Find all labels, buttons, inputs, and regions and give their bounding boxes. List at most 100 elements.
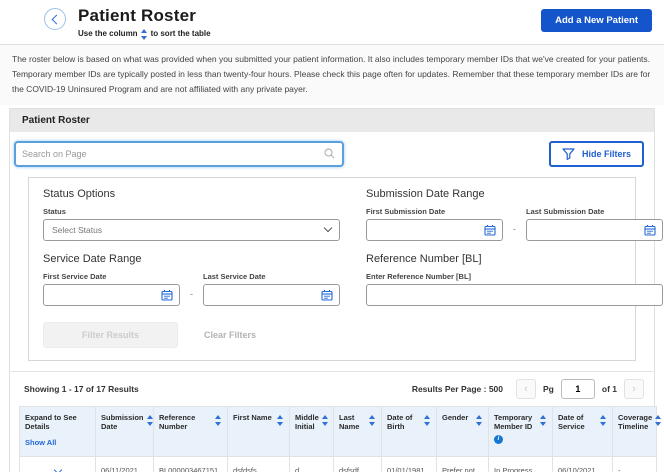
reference-number-input[interactable] (366, 284, 663, 306)
cell-temporary-member-id: In Progress (489, 457, 553, 472)
calendar-icon[interactable] (321, 289, 333, 301)
search-row: Hide Filters (10, 132, 654, 175)
next-page-button[interactable]: › (624, 379, 644, 399)
last-service-date-label: Last Service Date (203, 272, 340, 281)
intro-text: The roster below is based on what was pr… (0, 44, 664, 105)
submission-date-title: Submission Date Range (366, 188, 663, 200)
chevron-down-icon (53, 466, 61, 472)
prev-page-button[interactable]: ‹ (516, 379, 536, 399)
last-submission-date-field (526, 219, 663, 241)
back-button[interactable] (44, 8, 66, 30)
hide-filters-label: Hide Filters (582, 149, 631, 159)
sort-icon[interactable] (540, 415, 547, 426)
col-header-date-of-service[interactable]: Date of Service (553, 406, 613, 457)
sort-icon[interactable] (655, 415, 662, 426)
search-box (14, 141, 344, 167)
col-header-first-name[interactable]: First Name (228, 406, 290, 457)
status-select[interactable]: Select Status (43, 219, 340, 241)
col-header-last-name[interactable]: Last Name (334, 406, 382, 457)
expand-row-button[interactable] (20, 457, 96, 472)
first-service-date-field (43, 284, 180, 306)
last-submission-date-input[interactable] (533, 225, 644, 235)
patient-roster-table: Expand to See Details Show All Submissio… (19, 406, 657, 472)
status-options-title: Status Options (43, 188, 340, 200)
filter-panel: Status Options Status Select Status Subm… (28, 177, 636, 361)
page-number-input[interactable] (561, 379, 595, 399)
cell-first-name: dsfdsfs (228, 457, 290, 472)
sort-icon[interactable] (424, 415, 431, 426)
calendar-icon[interactable] (644, 224, 656, 236)
panel-title: Patient Roster (10, 109, 654, 132)
page-title: Patient Roster (78, 6, 211, 26)
top-header: Patient Roster Use the column to sort th… (0, 0, 664, 44)
col-header-reference-number[interactable]: Reference Number (154, 406, 228, 457)
results-per-page: Results Per Page : 500 (412, 384, 503, 394)
page-subtitle: Use the column to sort the table (78, 27, 211, 40)
reference-number-title: Reference Number [BL] (366, 253, 663, 265)
status-select-value: Select Status (52, 225, 102, 235)
status-options-group: Status Options Status Select Status (43, 188, 340, 241)
title-wrap: Patient Roster Use the column to sort th… (78, 6, 211, 40)
show-all-link[interactable]: Show All (25, 438, 56, 447)
col-header-temporary-member-id[interactable]: Temporary Member IDi (489, 406, 553, 457)
cell-date-of-service: 06/10/2021 (553, 457, 613, 472)
sort-icon[interactable] (322, 415, 329, 426)
filter-actions: Filter Results Clear Filters (43, 322, 621, 348)
sort-icon[interactable] (147, 415, 154, 426)
sort-icon[interactable] (369, 415, 376, 426)
sort-icon[interactable] (277, 415, 284, 426)
col-header-coverage-timeline[interactable]: Coverage Timeline (613, 406, 657, 457)
first-submission-date-field (366, 219, 503, 241)
calendar-icon[interactable] (161, 289, 173, 301)
funnel-icon (562, 148, 575, 160)
cell-submission-date: 06/11/2021 (96, 457, 154, 472)
range-separator: - (503, 224, 526, 241)
add-new-patient-button[interactable]: Add a New Patient (541, 9, 652, 32)
chevron-down-icon (324, 224, 332, 232)
cell-gender: Prefer not to answer (437, 457, 489, 472)
filter-results-button[interactable]: Filter Results (43, 322, 178, 348)
first-submission-date-input[interactable] (373, 225, 484, 235)
table-header-row: Expand to See Details Show All Submissio… (20, 406, 657, 457)
col-header-middle-initial[interactable]: Middle Initial (290, 406, 334, 457)
reference-number-group: Reference Number [BL] Enter Reference Nu… (366, 253, 663, 306)
info-icon[interactable]: i (494, 435, 503, 444)
table-row: 06/11/2021 BL000003467151 dsfdsfs d dsfs… (20, 457, 657, 472)
submission-date-group: Submission Date Range First Submission D… (366, 188, 663, 241)
last-submission-date-label: Last Submission Date (526, 207, 663, 216)
sort-icon (141, 29, 148, 40)
last-service-date-input[interactable] (210, 290, 321, 300)
results-count: Showing 1 - 17 of 17 Results (24, 384, 139, 394)
col-header-date-of-birth[interactable]: Date of Birth (382, 406, 437, 457)
service-date-title: Service Date Range (43, 253, 340, 265)
sort-icon[interactable] (215, 415, 222, 426)
clear-filters-link[interactable]: Clear Filters (204, 330, 256, 340)
cell-date-of-birth: 01/01/1981 (382, 457, 437, 472)
cell-coverage-timeline: - (613, 457, 657, 472)
back-chevron-icon (51, 14, 61, 24)
calendar-icon[interactable] (484, 224, 496, 236)
patient-roster-page: Patient Roster Use the column to sort th… (0, 0, 664, 472)
hide-filters-button[interactable]: Hide Filters (549, 141, 644, 167)
first-service-date-label: First Service Date (43, 272, 180, 281)
pg-label: Pg (543, 384, 554, 394)
results-bar: Showing 1 - 17 of 17 Results Results Per… (10, 371, 654, 406)
col-header-gender[interactable]: Gender (437, 406, 489, 457)
search-input[interactable] (16, 149, 324, 159)
col-header-expand: Expand to See Details Show All (20, 406, 96, 457)
of-label: of 1 (602, 384, 617, 394)
first-submission-date-label: First Submission Date (366, 207, 503, 216)
cell-last-name: dsfsdf (334, 457, 382, 472)
first-service-date-input[interactable] (50, 290, 161, 300)
reference-number-label: Enter Reference Number [BL] (366, 272, 663, 281)
status-label: Status (43, 207, 340, 216)
cell-middle-initial: d (290, 457, 334, 472)
roster-panel: Patient Roster Hide Filters (9, 108, 655, 472)
cell-reference-number: BL000003467151 (154, 457, 228, 472)
magnifier-icon (324, 148, 335, 159)
sort-icon[interactable] (600, 415, 607, 426)
range-separator: - (180, 289, 203, 306)
col-header-submission-date[interactable]: Submission Date (96, 406, 154, 457)
sort-icon[interactable] (476, 415, 483, 426)
last-service-date-field (203, 284, 340, 306)
